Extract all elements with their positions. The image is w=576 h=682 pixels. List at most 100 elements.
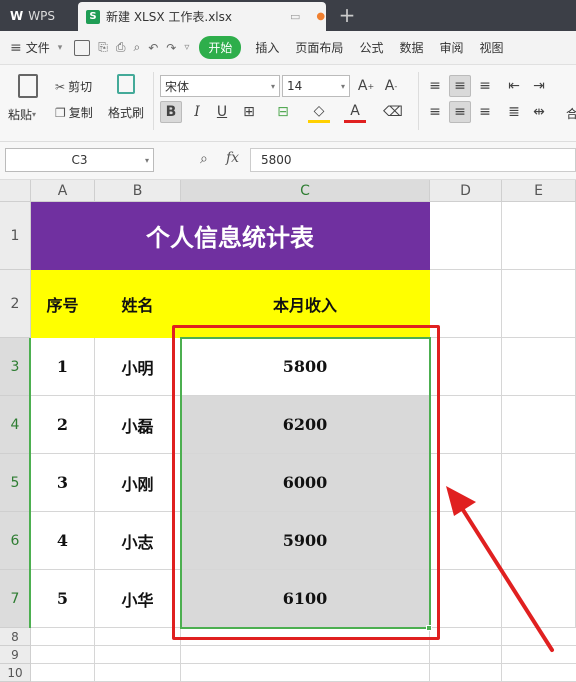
tab-page-layout[interactable]: 页面布局: [287, 39, 351, 56]
decrease-font-icon[interactable]: A-: [380, 75, 402, 97]
column-header-c[interactable]: C: [181, 180, 430, 202]
row-header-6[interactable]: 6: [0, 512, 31, 570]
align-bottom-icon[interactable]: ≡: [474, 75, 496, 97]
table-cell-index[interactable]: 2: [31, 396, 95, 454]
tab-review[interactable]: 审阅: [431, 39, 471, 56]
monitor-icon[interactable]: ▭: [290, 10, 300, 23]
tab-view[interactable]: 视图: [471, 39, 511, 56]
tab-data[interactable]: 数据: [391, 39, 431, 56]
table-cell-name[interactable]: 小华: [95, 570, 181, 628]
header-name-cell[interactable]: 姓名: [95, 270, 181, 338]
column-header-a[interactable]: A: [31, 180, 95, 202]
brush-icon: [117, 74, 135, 94]
increase-indent-icon[interactable]: ⇥: [528, 75, 550, 97]
tab-start[interactable]: 开始: [199, 36, 242, 59]
header-index-cell[interactable]: 序号: [31, 270, 95, 338]
table-cell-name[interactable]: 小刚: [95, 454, 181, 512]
undo-icon[interactable]: ↶: [148, 41, 158, 55]
cell-reference: C3: [71, 153, 88, 167]
underline-button[interactable]: U: [211, 101, 233, 123]
select-all-corner[interactable]: [0, 180, 31, 202]
cell-d2[interactable]: [430, 270, 502, 338]
align-top-icon[interactable]: ≡: [424, 75, 446, 97]
font-name-value: 宋体: [165, 79, 190, 94]
tab-formulas[interactable]: 公式: [351, 39, 391, 56]
hamburger-icon[interactable]: ≡: [10, 40, 22, 56]
column-header-e[interactable]: E: [502, 180, 576, 202]
column-header-b[interactable]: B: [95, 180, 181, 202]
cell-d4[interactable]: [430, 396, 502, 454]
print-preview-icon[interactable]: ⌕: [134, 40, 141, 55]
table-cell-index[interactable]: 4: [31, 512, 95, 570]
row-header-10[interactable]: 10: [0, 664, 31, 682]
align-left-icon[interactable]: ≡: [424, 101, 446, 123]
bold-button[interactable]: B: [160, 101, 182, 123]
cell-e4[interactable]: [502, 396, 576, 454]
print-icon[interactable]: ⎙: [116, 40, 126, 55]
file-menu[interactable]: 文件: [22, 39, 58, 56]
wps-logo-icon: W: [10, 8, 24, 23]
cell-e1[interactable]: [502, 202, 576, 270]
format-painter-button[interactable]: 格式刷: [106, 74, 146, 124]
align-center-icon[interactable]: ≡: [449, 101, 471, 123]
row-10-cells[interactable]: [31, 664, 576, 682]
row-header-7[interactable]: 7: [0, 570, 31, 628]
font-size-value: 14: [287, 79, 303, 93]
fill-color-icon[interactable]: ◇: [308, 101, 330, 123]
wps-home-tab[interactable]: W WPS: [0, 0, 72, 31]
new-tab-button[interactable]: +: [336, 4, 358, 26]
table-cell-index[interactable]: 3: [31, 454, 95, 512]
wps-tab-label: WPS: [28, 8, 55, 23]
tab-insert[interactable]: 插入: [247, 39, 287, 56]
border-icon[interactable]: ⊞: [238, 101, 260, 123]
distribute-icon[interactable]: ⇹: [528, 101, 550, 123]
cut-button[interactable]: ✂ 剪切: [55, 78, 92, 95]
table-cell-name[interactable]: 小明: [95, 338, 181, 396]
chevron-down-icon: ▾: [32, 110, 37, 119]
column-header-d[interactable]: D: [430, 180, 502, 202]
annotation-highlight-box: [172, 325, 440, 640]
row-header-8[interactable]: 8: [0, 628, 31, 646]
fx-button[interactable]: fx: [226, 150, 239, 166]
increase-font-icon[interactable]: A +: [355, 75, 377, 97]
cell-d3[interactable]: [430, 338, 502, 396]
chevron-down-icon[interactable]: ▾: [58, 43, 63, 53]
save-icon[interactable]: [74, 39, 91, 56]
justify-icon[interactable]: ≣: [503, 101, 525, 123]
table-cell-name[interactable]: 小志: [95, 512, 181, 570]
eraser-icon[interactable]: ⌫: [382, 101, 404, 123]
decrease-indent-icon[interactable]: ⇤: [503, 75, 525, 97]
row-header-3[interactable]: 3: [0, 338, 31, 396]
font-size-select[interactable]: 14 ▾: [282, 75, 350, 97]
paste-button[interactable]: 粘贴 ▾: [8, 72, 48, 128]
zoom-search-icon[interactable]: ⌕: [200, 151, 208, 167]
file-tab[interactable]: S 新建 XLSX 工作表.xlsx ▭ ●: [78, 2, 326, 31]
export-icon[interactable]: ⎘: [98, 40, 108, 55]
table-cell-index[interactable]: 5: [31, 570, 95, 628]
copy-button[interactable]: ❐ 复制: [55, 104, 93, 121]
row-header-5[interactable]: 5: [0, 454, 31, 512]
unsaved-dot-icon[interactable]: ●: [316, 11, 325, 22]
customize-icon[interactable]: ▿: [184, 42, 189, 53]
cell-e2[interactable]: [502, 270, 576, 338]
row-header-1[interactable]: 1: [0, 202, 31, 270]
row-header-2[interactable]: 2: [0, 270, 31, 338]
redo-icon[interactable]: ↷: [166, 41, 176, 55]
table-cell-index[interactable]: 1: [31, 338, 95, 396]
name-box[interactable]: C3 ▾: [5, 148, 154, 172]
font-color-icon[interactable]: A: [344, 101, 366, 123]
align-right-icon[interactable]: ≡: [474, 101, 496, 123]
row-header-9[interactable]: 9: [0, 646, 31, 664]
ribbon-divider: [153, 72, 154, 130]
cell-d1[interactable]: [430, 202, 502, 270]
font-name-select[interactable]: 宋体 ▾: [160, 75, 280, 97]
align-middle-icon[interactable]: ≡: [449, 75, 471, 97]
formula-input[interactable]: 5800: [250, 148, 576, 172]
row-header-4[interactable]: 4: [0, 396, 31, 454]
sheet-title-cell[interactable]: 个人信息统计表: [31, 202, 430, 270]
merge-center-label[interactable]: 合: [566, 105, 576, 122]
italic-button[interactable]: I: [186, 101, 208, 123]
table-cell-name[interactable]: 小磊: [95, 396, 181, 454]
cell-e3[interactable]: [502, 338, 576, 396]
merge-fill-icon[interactable]: ⊟: [272, 101, 294, 123]
